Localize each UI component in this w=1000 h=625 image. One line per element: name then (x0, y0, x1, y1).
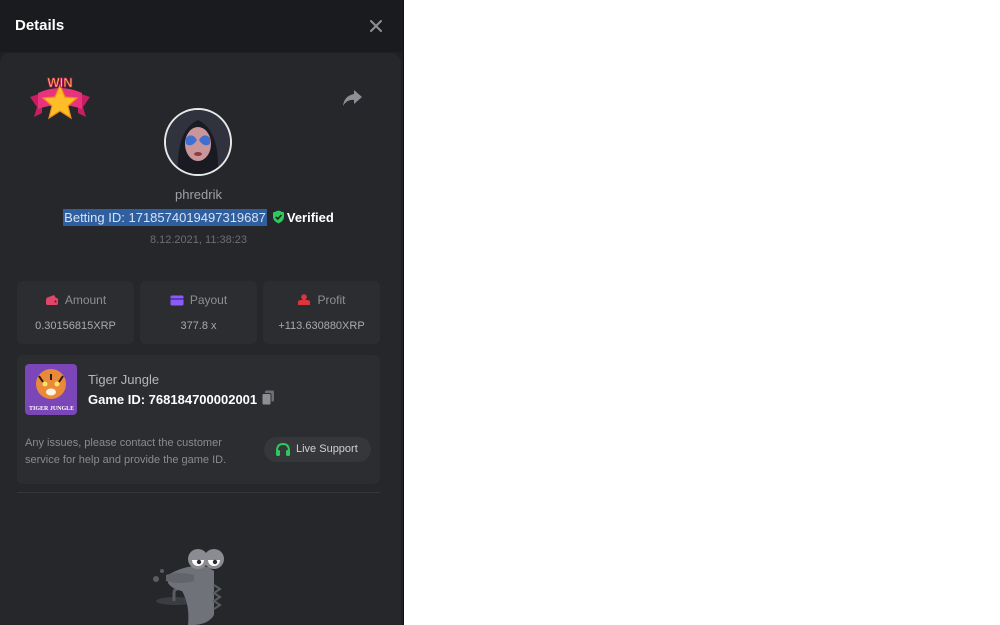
shield-check-icon (272, 210, 284, 224)
headset-icon (276, 442, 290, 456)
username: phredrik (175, 187, 222, 202)
game-card: TIGER JUNGLE Tiger Jungle Game ID: 76818… (17, 355, 380, 484)
bet-timestamp: 8.12.2021, 11:38:23 (149, 234, 248, 246)
modal-title: Details (15, 17, 65, 34)
game-thumbnail-text: TIGER JUNGLE (29, 406, 74, 412)
modal-header: Details (0, 0, 403, 52)
copy-icon (261, 390, 274, 406)
wallet-icon (45, 295, 58, 305)
amount-label: Amount (64, 293, 107, 307)
profit-value: +113.630880XRP (278, 320, 365, 332)
coins-icon (298, 294, 311, 305)
game-id: Game ID: 768184700002001 (88, 392, 258, 407)
share-icon (343, 90, 362, 106)
amount-value: 0.30156815XRP (35, 320, 116, 332)
payout-value: 377.8 x (180, 320, 217, 332)
betting-row: Betting ID: 1718574019497319687 Verified (0, 209, 397, 226)
copy-button[interactable] (261, 390, 275, 406)
profit-label: Profit (317, 293, 346, 307)
amount-card: Amount 0.30156815XRP (17, 281, 134, 344)
payout-label: Payout (189, 293, 228, 307)
betting-id[interactable]: Betting ID: 1718574019497319687 (63, 209, 267, 226)
close-button[interactable] (366, 16, 386, 36)
close-icon (370, 20, 382, 32)
avatar (166, 110, 230, 174)
win-badge-text: WIN (47, 75, 72, 90)
help-text: Any issues, please contact the customer … (25, 437, 227, 466)
win-badge-icon: WIN (30, 75, 90, 120)
profit-card: Profit +113.630880XRP (263, 281, 380, 344)
crocodile-mascot-icon (153, 549, 224, 625)
payout-card: Payout 377.8 x (140, 281, 257, 344)
profit-header: Profit (263, 293, 380, 307)
verified-status: Verified (272, 209, 334, 226)
share-button[interactable] (340, 86, 364, 110)
details-modal: Details WIN phredrik Betting ID: 1718574… (0, 0, 404, 625)
game-name: Tiger Jungle (88, 372, 160, 387)
verified-label: Verified (286, 210, 334, 225)
live-support-label: Live Support (296, 443, 358, 455)
payout-header: Payout (140, 293, 257, 307)
game-thumbnail[interactable]: TIGER JUNGLE (25, 364, 77, 415)
live-support-button[interactable]: Live Support (264, 437, 371, 462)
divider (17, 492, 380, 493)
amount-header: Amount (17, 293, 134, 307)
card-icon (170, 295, 184, 306)
